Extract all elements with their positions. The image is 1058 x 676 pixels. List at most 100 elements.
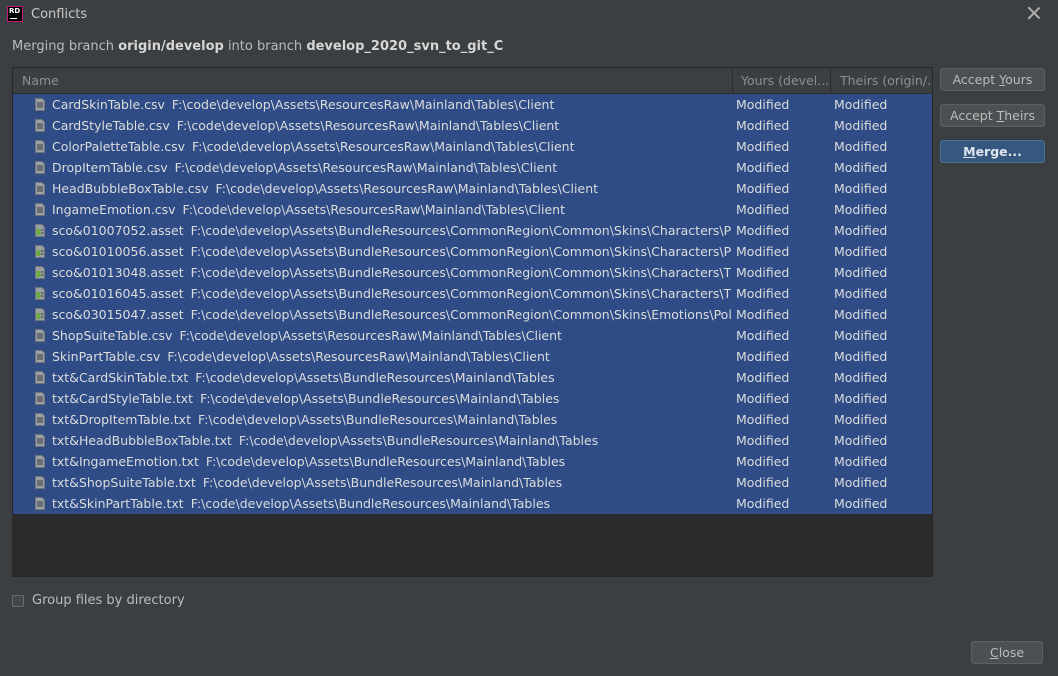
file-name-cell: sco&03015047.asset F:\code\develop\Assets… <box>52 307 731 322</box>
column-header-yours[interactable]: Yours (devel... <box>741 73 829 88</box>
file-path: F:\code\develop\Assets\ResourcesRaw\Main… <box>176 118 560 133</box>
file-name: sco&01010056.asset <box>52 244 184 259</box>
file-name-cell: sco&01010056.asset F:\code\develop\Assets… <box>52 244 731 259</box>
file-path: F:\code\develop\Assets\BundleResources\M… <box>200 391 560 406</box>
rider-logo-icon: RD <box>7 6 23 22</box>
file-name-cell: txt&CardStyleTable.txt F:\code\develop\As… <box>52 391 731 406</box>
table-row[interactable]: txt&SkinPartTable.txt F:\code\develop\Ass… <box>13 493 932 514</box>
file-name: txt&HeadBubbleBoxTable.txt <box>52 433 232 448</box>
table-row[interactable]: txt&ShopSuiteTable.txt F:\code\develop\As… <box>13 472 932 493</box>
text-file-icon <box>35 203 45 216</box>
conflicts-table[interactable]: Name Yours (devel... Theirs (origin/... … <box>12 67 933 577</box>
table-row[interactable]: SkinPartTable.csv F:\code\develop\Assets\… <box>13 346 932 367</box>
file-name-cell: DropItemTable.csv F:\code\develop\Assets\… <box>52 160 731 175</box>
close-icon[interactable] <box>1027 6 1041 20</box>
table-row[interactable]: sco&01010056.asset F:\code\develop\Assets… <box>13 241 932 262</box>
file-name: sco&01016045.asset <box>52 286 184 301</box>
theirs-status: Modified <box>834 412 888 427</box>
unity-asset-icon <box>35 245 45 258</box>
theirs-status: Modified <box>834 349 888 364</box>
text-file-icon <box>35 371 45 384</box>
theirs-status: Modified <box>834 223 888 238</box>
file-path: F:\code\develop\Assets\ResourcesRaw\Main… <box>215 181 599 196</box>
text-file-icon <box>35 182 45 195</box>
table-row[interactable]: sco&03015047.asset F:\code\develop\Assets… <box>13 304 932 325</box>
accept-yours-button[interactable]: Accept Yours <box>940 68 1045 91</box>
file-name-cell: CardSkinTable.csv F:\code\develop\Assets\… <box>52 97 731 112</box>
file-name: CardStyleTable.csv <box>52 118 170 133</box>
table-row[interactable]: sco&01007052.asset F:\code\develop\Assets… <box>13 220 932 241</box>
file-name-cell: txt&ShopSuiteTable.txt F:\code\develop\As… <box>52 475 731 490</box>
yours-status: Modified <box>736 328 790 343</box>
yours-status: Modified <box>736 391 790 406</box>
table-row[interactable]: sco&01013048.asset F:\code\develop\Assets… <box>13 262 932 283</box>
close-button[interactable]: Close <box>971 641 1043 664</box>
file-path: F:\code\develop\Assets\ResourcesRaw\Main… <box>182 202 566 217</box>
text-file-icon <box>35 350 45 363</box>
file-name-cell: sco&01016045.asset F:\code\develop\Assets… <box>52 286 731 301</box>
file-name: sco&03015047.asset <box>52 307 184 322</box>
file-path: F:\code\develop\Assets\BundleResources\M… <box>238 433 599 448</box>
table-row[interactable]: ColorPaletteTable.csv F:\code\develop\Ass… <box>13 136 932 157</box>
theirs-status: Modified <box>834 286 888 301</box>
table-row[interactable]: IngameEmotion.csv F:\code\develop\Assets\… <box>13 199 932 220</box>
yours-status: Modified <box>736 181 790 196</box>
theirs-status: Modified <box>834 475 888 490</box>
file-path: F:\code\develop\Assets\ResourcesRaw\Main… <box>171 97 555 112</box>
text-file-icon <box>35 329 45 342</box>
table-row[interactable]: sco&01016045.asset F:\code\develop\Assets… <box>13 283 932 304</box>
logo-text: RD <box>9 7 21 15</box>
table-row[interactable]: txt&IngameEmotion.txt F:\code\develop\Ass… <box>13 451 932 472</box>
theirs-status: Modified <box>834 370 888 385</box>
table-row[interactable]: DropItemTable.csv F:\code\develop\Assets\… <box>13 157 932 178</box>
table-row[interactable]: ShopSuiteTable.csv F:\code\develop\Assets… <box>13 325 932 346</box>
file-name-cell: ShopSuiteTable.csv F:\code\develop\Assets… <box>52 328 731 343</box>
merge-middle: into branch <box>223 39 307 54</box>
table-body: CardSkinTable.csv F:\code\develop\Assets\… <box>13 94 932 514</box>
file-path: F:\code\develop\Assets\BundleResources\C… <box>190 223 731 238</box>
text-file-icon <box>35 476 45 489</box>
table-row[interactable]: CardSkinTable.csv F:\code\develop\Assets\… <box>13 94 932 115</box>
group-by-directory-label[interactable]: Group files by directory <box>32 593 185 608</box>
file-name: ShopSuiteTable.csv <box>52 328 173 343</box>
table-row[interactable]: txt&DropItemTable.txt F:\code\develop\Ass… <box>13 409 932 430</box>
file-name: txt&CardSkinTable.txt <box>52 370 189 385</box>
file-name-cell: CardStyleTable.csv F:\code\develop\Assets… <box>52 118 731 133</box>
merge-button[interactable]: Merge... <box>940 140 1045 163</box>
file-name: txt&SkinPartTable.txt <box>52 496 184 511</box>
yours-status: Modified <box>736 307 790 322</box>
unity-asset-icon <box>35 224 45 237</box>
theirs-status: Modified <box>834 265 888 280</box>
text-file-icon <box>35 98 45 111</box>
yours-status: Modified <box>736 454 790 469</box>
column-header-name[interactable]: Name <box>22 73 722 88</box>
file-name-cell: ColorPaletteTable.csv F:\code\develop\Ass… <box>52 139 731 154</box>
theirs-status: Modified <box>834 97 888 112</box>
theirs-status: Modified <box>834 307 888 322</box>
source-branch: origin/develop <box>118 39 224 54</box>
text-file-icon <box>35 119 45 132</box>
merge-description: Merging branch origin/develop into branc… <box>12 39 503 54</box>
yours-status: Modified <box>736 433 790 448</box>
table-row[interactable]: txt&CardStyleTable.txt F:\code\develop\As… <box>13 388 932 409</box>
table-row[interactable]: txt&CardSkinTable.txt F:\code\develop\Ass… <box>13 367 932 388</box>
table-row[interactable]: CardStyleTable.csv F:\code\develop\Assets… <box>13 115 932 136</box>
table-header: Name Yours (devel... Theirs (origin/... <box>13 68 932 94</box>
table-row[interactable]: txt&HeadBubbleBoxTable.txt F:\code\develo… <box>13 430 932 451</box>
group-by-directory-checkbox[interactable] <box>12 595 24 607</box>
file-name-cell: txt&SkinPartTable.txt F:\code\develop\Ass… <box>52 496 731 511</box>
file-path: F:\code\develop\Assets\BundleResources\C… <box>190 244 731 259</box>
column-header-theirs[interactable]: Theirs (origin/... <box>840 73 932 88</box>
table-row[interactable]: HeadBubbleBoxTable.csv F:\code\develop\As… <box>13 178 932 199</box>
yours-status: Modified <box>736 349 790 364</box>
accept-theirs-button[interactable]: Accept Theirs <box>940 104 1045 127</box>
file-name: IngameEmotion.csv <box>52 202 176 217</box>
theirs-status: Modified <box>834 391 888 406</box>
file-path: F:\code\develop\Assets\ResourcesRaw\Main… <box>179 328 562 343</box>
yours-status: Modified <box>736 265 790 280</box>
text-file-icon <box>35 413 45 426</box>
target-branch: develop_2020_svn_to_git_C <box>306 39 504 54</box>
yours-status: Modified <box>736 370 790 385</box>
theirs-status: Modified <box>834 139 888 154</box>
text-file-icon <box>35 392 45 405</box>
